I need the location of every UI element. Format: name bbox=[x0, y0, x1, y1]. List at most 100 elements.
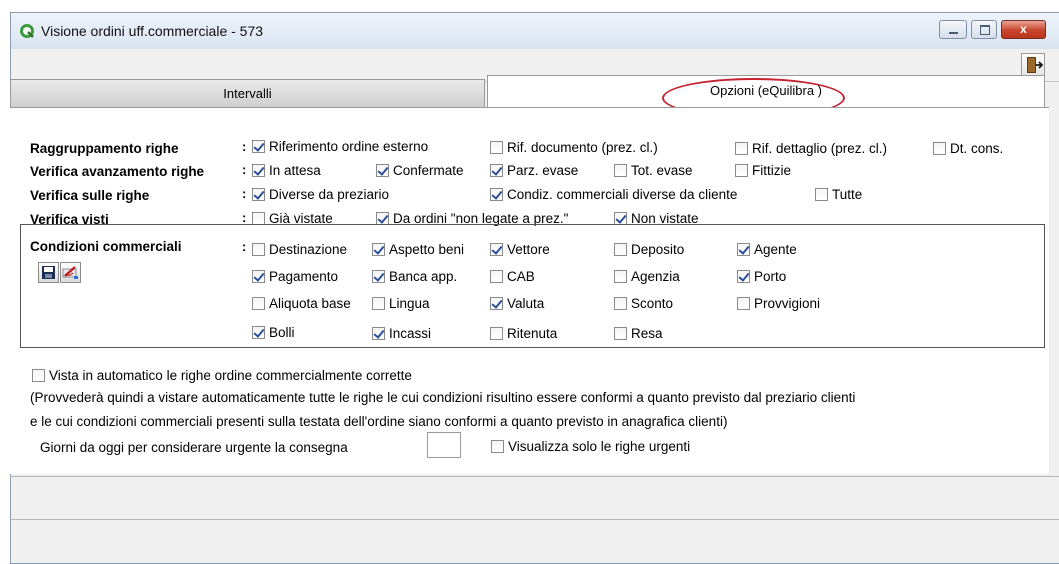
colon: : bbox=[242, 186, 247, 201]
check-riferimento-ordine-esterno[interactable]: Riferimento ordine esterno bbox=[252, 139, 428, 154]
checkbox[interactable] bbox=[490, 327, 503, 340]
check-aliquota-base[interactable]: Aliquota base bbox=[252, 296, 351, 311]
check-condiz-commerciali[interactable]: Condiz. commerciali diverse da cliente bbox=[490, 187, 737, 202]
checkbox[interactable] bbox=[737, 270, 750, 283]
check-cab[interactable]: CAB bbox=[490, 269, 535, 284]
check-tutte[interactable]: Tutte bbox=[815, 187, 862, 202]
app-logo-icon bbox=[20, 24, 34, 38]
exit-button[interactable] bbox=[1021, 53, 1045, 77]
checkbox[interactable] bbox=[372, 297, 385, 310]
checkbox[interactable] bbox=[737, 243, 750, 256]
checkbox[interactable] bbox=[614, 164, 627, 177]
check-bolli[interactable]: Bolli bbox=[252, 325, 295, 340]
check-pagamento[interactable]: Pagamento bbox=[252, 269, 338, 284]
checkbox[interactable] bbox=[735, 164, 748, 177]
check-dt-cons[interactable]: Dt. cons. bbox=[933, 141, 1003, 156]
checkbox[interactable] bbox=[491, 440, 504, 453]
check-diverse-da-preziario[interactable]: Diverse da preziario bbox=[252, 187, 389, 202]
checkbox-label: Bolli bbox=[269, 325, 295, 340]
tab-intervalli[interactable]: Intervalli bbox=[10, 79, 485, 107]
checkbox[interactable] bbox=[490, 297, 503, 310]
colon: : bbox=[242, 210, 247, 225]
check-aspetto-beni[interactable]: Aspetto beni bbox=[372, 242, 464, 257]
save-disk-icon bbox=[42, 266, 55, 279]
check-rif-documento[interactable]: Rif. documento (prez. cl.) bbox=[490, 140, 658, 155]
divider bbox=[10, 476, 1059, 477]
checkbox[interactable] bbox=[490, 141, 503, 154]
checkbox-label: Tutte bbox=[832, 187, 863, 202]
checkbox-label: Visualizza solo le righe urgenti bbox=[508, 439, 691, 454]
check-in-attesa[interactable]: In attesa bbox=[252, 163, 321, 178]
checkbox[interactable] bbox=[737, 297, 750, 310]
check-destinazione[interactable]: Destinazione bbox=[252, 242, 347, 257]
check-deposito[interactable]: Deposito bbox=[614, 242, 684, 257]
checkbox-label: Incassi bbox=[389, 326, 432, 341]
check-tot-evase[interactable]: Tot. evase bbox=[614, 163, 693, 178]
checkbox[interactable] bbox=[815, 188, 828, 201]
checkbox-label: Deposito bbox=[631, 242, 685, 257]
checkbox-label: Rif. dettaglio (prez. cl.) bbox=[752, 141, 888, 156]
check-rif-dettaglio[interactable]: Rif. dettaglio (prez. cl.) bbox=[735, 141, 887, 156]
checkbox[interactable] bbox=[614, 327, 627, 340]
checkbox-label: Tot. evase bbox=[631, 163, 693, 178]
checkbox[interactable] bbox=[614, 270, 627, 283]
checkbox-label: Agenzia bbox=[631, 269, 680, 284]
check-solo-urgenti[interactable]: Visualizza solo le righe urgenti bbox=[491, 439, 690, 454]
checkbox[interactable] bbox=[614, 297, 627, 310]
check-provvigioni[interactable]: Provvigioni bbox=[737, 296, 820, 311]
checkbox-label: Fittizie bbox=[752, 163, 792, 178]
check-parz-evase[interactable]: Parz. evase bbox=[490, 163, 578, 178]
checkbox[interactable] bbox=[32, 369, 45, 382]
checkbox[interactable] bbox=[933, 142, 946, 155]
checkbox-label: Pagamento bbox=[269, 269, 339, 284]
checkbox-label: Vista in automatico le righe ordine comm… bbox=[49, 368, 412, 383]
check-incassi[interactable]: Incassi bbox=[372, 326, 431, 341]
checkbox-label: Destinazione bbox=[269, 242, 348, 257]
checkbox-label: Resa bbox=[631, 326, 663, 341]
checkbox-label: Ritenuta bbox=[507, 326, 558, 341]
checkbox[interactable] bbox=[372, 327, 385, 340]
checkbox[interactable] bbox=[252, 140, 265, 153]
check-lingua[interactable]: Lingua bbox=[372, 296, 430, 311]
checkbox[interactable] bbox=[252, 326, 265, 339]
check-agente[interactable]: Agente bbox=[737, 242, 797, 257]
checkbox[interactable] bbox=[376, 164, 389, 177]
days-input[interactable] bbox=[427, 432, 461, 458]
colon: : bbox=[242, 139, 247, 154]
checkbox[interactable] bbox=[614, 243, 627, 256]
check-agenzia[interactable]: Agenzia bbox=[614, 269, 680, 284]
check-resa[interactable]: Resa bbox=[614, 326, 663, 341]
checkbox[interactable] bbox=[252, 188, 265, 201]
days-label: Giorni da oggi per considerare urgente l… bbox=[40, 440, 348, 455]
check-ritenuta[interactable]: Ritenuta bbox=[490, 326, 557, 341]
checkbox[interactable] bbox=[252, 297, 265, 310]
check-sconto[interactable]: Sconto bbox=[614, 296, 673, 311]
check-confermate[interactable]: Confermate bbox=[376, 163, 464, 178]
checkbox-label: Aspetto beni bbox=[389, 242, 465, 257]
check-banca-app[interactable]: Banca app. bbox=[372, 269, 457, 284]
check-vettore[interactable]: Vettore bbox=[490, 242, 550, 257]
minimize-button[interactable] bbox=[939, 20, 967, 39]
checkbox[interactable] bbox=[372, 270, 385, 283]
checkbox[interactable] bbox=[490, 164, 503, 177]
check-valuta[interactable]: Valuta bbox=[490, 296, 544, 311]
checkbox[interactable] bbox=[735, 142, 748, 155]
checkbox[interactable] bbox=[252, 270, 265, 283]
check-porto[interactable]: Porto bbox=[737, 269, 786, 284]
checkbox-label: Agente bbox=[754, 242, 797, 257]
checkbox[interactable] bbox=[372, 243, 385, 256]
checkbox[interactable] bbox=[490, 188, 503, 201]
close-button[interactable]: x bbox=[1001, 20, 1046, 39]
checkbox-label: Riferimento ordine esterno bbox=[269, 139, 429, 154]
checkbox-label: In attesa bbox=[269, 163, 321, 178]
edit-button[interactable] bbox=[60, 262, 81, 283]
check-vista-automatico[interactable]: Vista in automatico le righe ordine comm… bbox=[32, 368, 412, 383]
save-button[interactable] bbox=[38, 262, 59, 283]
checkbox[interactable] bbox=[252, 243, 265, 256]
checkbox[interactable] bbox=[252, 164, 265, 177]
check-fittizie[interactable]: Fittizie bbox=[735, 163, 791, 178]
checkbox[interactable] bbox=[490, 243, 503, 256]
maximize-button[interactable] bbox=[971, 20, 997, 39]
checkbox[interactable] bbox=[490, 270, 503, 283]
divider bbox=[10, 519, 1059, 520]
